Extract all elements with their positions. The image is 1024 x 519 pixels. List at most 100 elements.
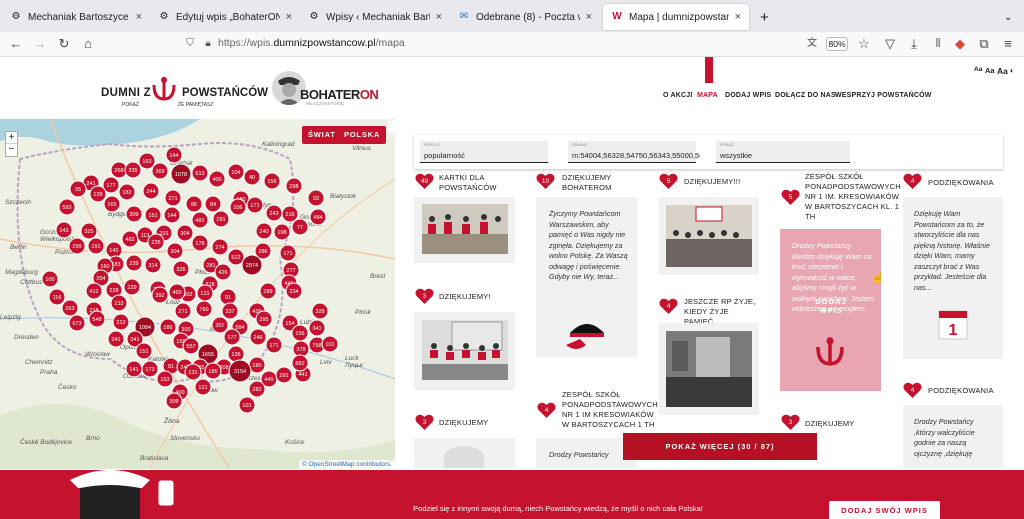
map-marker[interactable]: 309 [125,205,143,223]
map-marker[interactable]: 482 [121,230,139,248]
pocket-icon[interactable]: ▽ [882,36,898,52]
card-title[interactable]: KARTKI DLA POWSTAŃCÓW [439,173,509,193]
map-marker[interactable]: 299 [68,237,86,255]
map-marker[interactable]: 141 [125,360,143,378]
star-icon[interactable]: ☆ [856,36,872,52]
map-marker[interactable]: 243 [265,204,283,222]
bohateron-logo[interactable]: BOHATERON [300,87,379,102]
map-marker[interactable]: 314 [144,256,162,274]
kotwica-logo-icon[interactable] [150,75,178,105]
logo-powstancow-text[interactable]: POWSTAŃCÓW [182,87,268,99]
close-icon[interactable]: × [436,11,442,23]
contrast-icon[interactable]: ◐ [1010,66,1015,75]
map-attribution[interactable]: © OpenStreetMap contributors. [298,460,395,469]
map-marker[interactable]: 412 [85,282,103,300]
map-marker[interactable]: 240 [255,222,273,240]
map-marker[interactable]: 139 [89,185,107,203]
map-marker[interactable]: 325 [80,222,98,240]
map-marker[interactable]: 307 [211,316,229,334]
map-marker[interactable]: 77 [291,218,309,236]
map-marker[interactable]: 304 [176,224,194,242]
map-marker[interactable]: 133 [110,294,128,312]
map-marker[interactable]: 246 [249,328,267,346]
map-marker[interactable]: 271 [174,302,192,320]
map-marker[interactable]: 271 [164,189,182,207]
map[interactable]: Kaliningrad Vilnius Gdańsk Gorzów Wielkopols… [0,119,395,469]
card-title[interactable]: PODZIĘKOWANIA [928,386,994,396]
map-marker[interactable]: 3154 [228,359,252,383]
map-marker[interactable]: 116 [48,288,66,306]
tab-mechaniak[interactable]: ⚙Mechaniak Bartoszyce - Nasza Ł× [2,4,150,30]
map-marker[interactable]: 191 [87,237,105,255]
map-marker[interactable]: 309 [165,392,183,410]
map-marker[interactable]: 144 [163,206,181,224]
show-field[interactable]: POKAŻ wszystkie [716,141,850,163]
map-marker[interactable]: 274 [211,238,229,256]
map-marker[interactable]: 131 [184,363,202,381]
card[interactable]: Drodzy Powstańcy ,którzy walczyliście go… [903,405,1003,468]
close-icon[interactable]: × [735,11,741,23]
map-marker[interactable]: 84 [204,195,222,213]
card[interactable]: Dziękuję Wam Powstańcom za to, że stworz… [903,197,1003,359]
menu-wesprzyj[interactable]: WESPRZYJ POWSTAŃCÓW [835,92,932,99]
zoom-out-button[interactable]: − [6,144,17,156]
map-marker[interactable]: 282 [248,380,266,398]
map-marker[interactable]: 613 [191,164,209,182]
map-marker[interactable]: 101 [321,335,339,353]
translate-icon[interactable]: 文 [804,36,820,52]
close-icon[interactable]: × [286,11,292,23]
map-marker[interactable]: 156 [263,172,281,190]
map-marker[interactable]: 165 [103,195,121,213]
map-marker[interactable]: 400 [208,170,226,188]
card-title[interactable]: DZIĘKUJEMY!!! [684,177,740,187]
map-marker[interactable]: 40 [243,168,261,186]
map-marker[interactable]: 121 [194,378,212,396]
map-marker[interactable]: 239 [125,254,143,272]
map-marker[interactable]: 426 [214,263,232,281]
map-marker[interactable]: 235 [147,233,165,251]
map-marker[interactable]: 151 [144,206,162,224]
map-marker[interactable]: 465 [168,283,186,301]
map-marker[interactable]: 328 [311,302,329,320]
map-marker[interactable]: 171 [246,196,264,214]
map-marker[interactable]: 2974 [241,254,263,276]
map-marker[interactable]: 369 [151,162,169,180]
library-icon[interactable]: ⫼ [930,36,946,52]
back-icon[interactable]: ← [8,36,24,52]
map-marker[interactable]: 131 [196,284,214,302]
card-add-entry-overlay[interactable]: DODAJ WPIS [806,297,856,315]
map-marker[interactable]: 178 [191,234,209,252]
map-marker[interactable]: 198 [273,223,291,241]
map-marker[interactable]: 101 [238,396,256,414]
world-button[interactable]: ŚWIAT [302,126,342,144]
logo-dumni-text[interactable]: DUMNI Z [101,87,151,99]
card[interactable] [414,438,515,468]
tab-list-icon[interactable]: ⌄ [996,4,1018,30]
map-marker[interactable]: 289 [259,282,277,300]
map-marker[interactable]: 163 [138,152,156,170]
map-marker[interactable]: 182 [118,183,136,201]
map-marker[interactable]: 104 [227,163,245,181]
map-marker[interactable]: 156 [291,324,309,342]
map-marker[interactable]: 171 [279,244,297,262]
map-marker[interactable]: 106 [229,198,247,216]
map-marker[interactable]: 229 [123,278,141,296]
map-marker[interactable]: 484 [309,208,327,226]
map-marker[interactable]: 392 [151,286,169,304]
menu-mapa[interactable]: MAPA [697,92,718,99]
card-title[interactable]: ZESPÓŁ SZKÓŁ PONADPODSTAWOWYCH NR 1 IM. … [805,172,903,222]
map-marker[interactable]: 481 [191,211,209,229]
map-marker[interactable]: 304 [166,242,184,260]
map-marker[interactable]: 298 [285,177,303,195]
map-marker[interactable]: 95 [69,180,87,198]
search-field[interactable]: SZUKAJ m:54004,56328,54750,56343,55000,56… [568,141,700,163]
home-icon[interactable]: ⌂ [80,36,96,52]
card-title[interactable]: DZIĘKUJEMY [439,418,489,428]
card-hovered[interactable]: Drodzy Powstańcy Bardzo dziękuję Wam za … [780,229,881,391]
tab-poczta[interactable]: ✉Odebrane (8) - Poczta w Interii× [450,4,600,30]
map-marker[interactable]: 335 [124,161,142,179]
menu-dolacz[interactable]: DOŁĄCZ DO NAS [775,92,836,99]
menu-o-akcji[interactable]: O AKCJI [663,92,693,99]
map-marker[interactable]: 186 [159,318,177,336]
map-marker[interactable]: 145 [105,241,123,259]
